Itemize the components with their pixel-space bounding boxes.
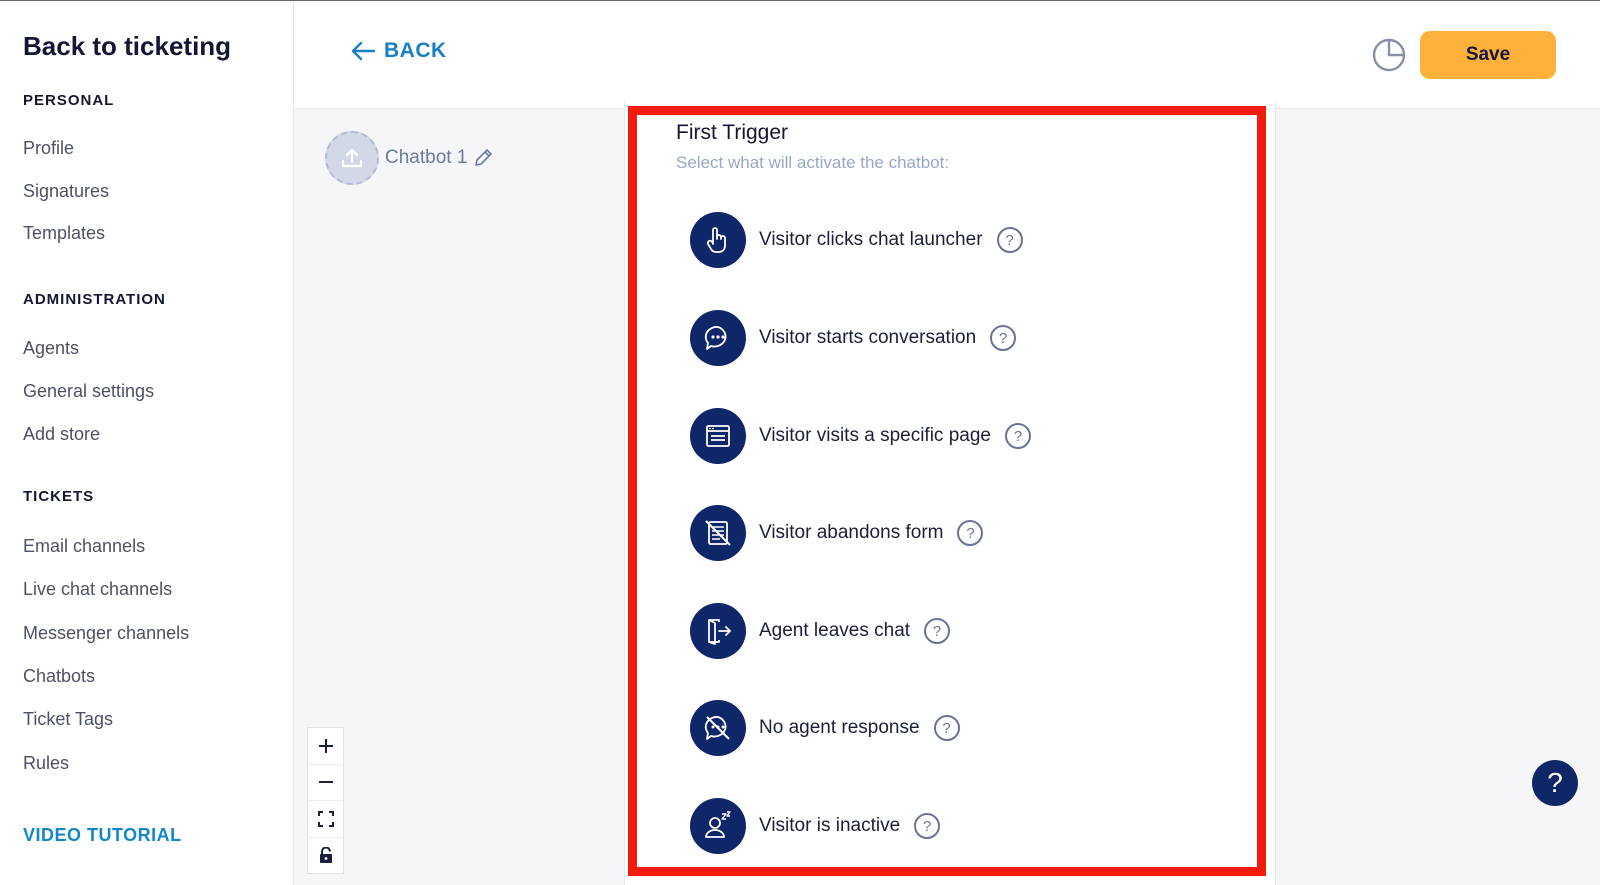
panel-subtitle: Select what will activate the chatbot: <box>676 153 950 172</box>
lock-button[interactable] <box>308 838 343 874</box>
chat-crossed-icon <box>690 700 746 756</box>
fit-screen-icon <box>317 810 334 827</box>
sidebar-item-email-channels[interactable]: Email channels <box>23 536 145 557</box>
trigger-label: Agent leaves chat <box>759 620 911 641</box>
chatbot-name[interactable]: Chatbot 1 <box>385 147 493 169</box>
video-tutorial-link[interactable]: VIDEO TUTORIAL <box>23 825 182 846</box>
trigger-label: Visitor starts conversation <box>759 327 977 348</box>
question-mark-icon[interactable]: ? <box>1004 423 1031 449</box>
sidebar-item-live-chat-channels[interactable]: Live chat channels <box>23 579 172 600</box>
help-button[interactable]: ? <box>1532 760 1578 806</box>
back-button[interactable]: BACK <box>350 39 447 63</box>
arrow-left-icon <box>351 41 376 61</box>
trigger-label: Visitor clicks chat launcher <box>759 229 983 250</box>
trigger-visitor-starts-conversation[interactable]: Visitor starts conversation ? <box>690 310 1017 366</box>
chatbot-avatar-upload[interactable] <box>325 131 379 185</box>
fit-view-button[interactable] <box>308 801 343 838</box>
exit-door-icon <box>690 603 746 659</box>
trigger-agent-leaves-chat[interactable]: Agent leaves chat ? <box>690 603 951 659</box>
sleeping-user-icon <box>690 798 746 854</box>
trigger-label: Visitor is inactive <box>759 815 901 836</box>
section-administration: ADMINISTRATION <box>23 291 166 308</box>
trigger-visitor-is-inactive[interactable]: Visitor is inactive ? <box>690 798 941 854</box>
trigger-visitor-visits-specific-page[interactable]: Visitor visits a specific page ? <box>690 408 1031 464</box>
zoom-out-button[interactable] <box>308 765 343 801</box>
trigger-visitor-abandons-form[interactable]: Visitor abandons form ? <box>690 505 984 561</box>
header-bar: BACK Save <box>295 1 1600 109</box>
trigger-label: Visitor abandons form <box>759 522 944 543</box>
trigger-visitor-clicks-chat-launcher[interactable]: Visitor clicks chat launcher ? <box>690 212 1023 268</box>
sidebar-item-general-settings[interactable]: General settings <box>23 381 154 402</box>
minus-icon <box>318 781 333 784</box>
save-button[interactable]: Save <box>1420 31 1556 79</box>
pointing-hand-icon <box>690 212 746 268</box>
sidebar-item-signatures[interactable]: Signatures <box>23 181 109 202</box>
sidebar-item-templates[interactable]: Templates <box>23 223 105 244</box>
sidebar-item-chatbots[interactable]: Chatbots <box>23 666 95 687</box>
question-mark-icon[interactable]: ? <box>990 325 1017 351</box>
sidebar-item-agents[interactable]: Agents <box>23 338 79 359</box>
back-label: BACK <box>384 39 447 62</box>
zoom-controls <box>307 727 344 874</box>
browser-page-icon <box>690 408 746 464</box>
sidebar-item-rules[interactable]: Rules <box>23 753 69 774</box>
question-mark-icon[interactable]: ? <box>933 715 960 741</box>
chat-bubble-icon <box>690 310 746 366</box>
plus-icon <box>318 738 333 753</box>
lock-icon <box>319 847 332 864</box>
sidebar: Back to ticketing PERSONAL Profile Signa… <box>0 1 294 885</box>
question-mark-icon[interactable]: ? <box>924 618 951 644</box>
sidebar-item-ticket-tags[interactable]: Ticket Tags <box>23 709 113 730</box>
sidebar-item-add-store[interactable]: Add store <box>23 424 100 445</box>
question-mark-icon[interactable]: ? <box>996 227 1023 253</box>
upload-icon <box>341 148 363 168</box>
question-mark-icon[interactable]: ? <box>914 813 941 839</box>
zoom-in-button[interactable] <box>308 728 343 765</box>
pie-chart-icon[interactable] <box>1371 37 1407 73</box>
sidebar-item-messenger-channels[interactable]: Messenger channels <box>23 623 189 644</box>
sidebar-title[interactable]: Back to ticketing <box>23 31 231 62</box>
panel-title: First Trigger <box>676 121 789 144</box>
form-crossed-icon <box>690 505 746 561</box>
trigger-label: No agent response <box>759 717 920 738</box>
question-mark-icon[interactable]: ? <box>957 520 984 546</box>
pencil-icon[interactable] <box>473 148 493 168</box>
sidebar-item-profile[interactable]: Profile <box>23 138 74 159</box>
chatbot-name-label: Chatbot 1 <box>385 147 468 168</box>
trigger-label: Visitor visits a specific page <box>759 425 991 446</box>
section-tickets: TICKETS <box>23 488 95 505</box>
trigger-no-agent-response[interactable]: No agent response ? <box>690 700 960 756</box>
section-personal: PERSONAL <box>23 92 115 109</box>
